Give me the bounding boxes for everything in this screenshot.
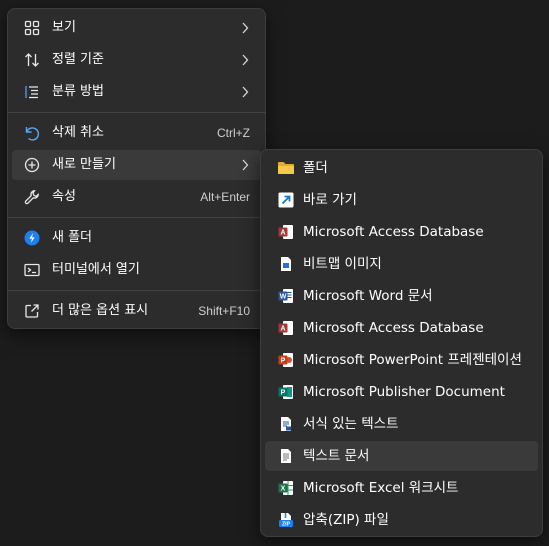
menu-separator bbox=[8, 217, 265, 218]
submenu-item-excel-worksheet[interactable]: X Microsoft Excel 워크시트 bbox=[265, 473, 538, 503]
submenu-item-shortcut[interactable]: 바로 가기 bbox=[265, 185, 538, 215]
new-submenu: 폴더 바로 가기 A Microsoft Access Database 비트맵… bbox=[260, 149, 543, 537]
bitmap-file-icon bbox=[277, 255, 295, 273]
menu-item-open-in-terminal[interactable]: 터미널에서 열기 bbox=[12, 255, 261, 285]
submenu-item-label: Microsoft Word 문서 bbox=[303, 288, 433, 304]
submenu-item-label: Microsoft Publisher Document bbox=[303, 384, 505, 400]
menu-separator bbox=[8, 290, 265, 291]
text-document-icon bbox=[277, 447, 295, 465]
svg-text:P: P bbox=[281, 390, 286, 397]
folder-icon bbox=[277, 159, 295, 177]
submenu-item-access-database-2[interactable]: A Microsoft Access Database bbox=[265, 313, 538, 343]
chevron-right-icon bbox=[242, 22, 249, 34]
submenu-item-text-document[interactable]: 텍스트 문서 bbox=[265, 441, 538, 471]
menu-item-label: 분류 방법 bbox=[52, 84, 104, 99]
menu-item-sort-by[interactable]: 정렬 기준 bbox=[12, 45, 261, 75]
publisher-icon: P bbox=[277, 383, 295, 401]
chevron-right-icon bbox=[242, 86, 249, 98]
wrench-icon bbox=[23, 188, 41, 206]
submenu-item-label: Microsoft PowerPoint 프레젠테이션 bbox=[303, 352, 522, 368]
undo-icon bbox=[23, 124, 41, 142]
submenu-item-label: Microsoft Access Database bbox=[303, 320, 484, 336]
submenu-item-label: 비트맵 이미지 bbox=[303, 256, 382, 272]
menu-item-label: 정렬 기준 bbox=[52, 52, 104, 67]
submenu-item-word-document[interactable]: W Microsoft Word 문서 bbox=[265, 281, 538, 311]
submenu-item-label: 텍스트 문서 bbox=[303, 448, 370, 464]
submenu-item-label: 압축(ZIP) 파일 bbox=[303, 512, 389, 528]
shortcut-text: Ctrl+Z bbox=[217, 126, 250, 140]
submenu-item-rich-text[interactable]: 서식 있는 텍스트 bbox=[265, 409, 538, 439]
svg-text:X: X bbox=[281, 486, 286, 493]
access-icon: A bbox=[277, 223, 295, 241]
svg-text:W: W bbox=[280, 294, 287, 301]
chevron-right-icon bbox=[242, 54, 249, 66]
powerpoint-icon: P bbox=[277, 351, 295, 369]
menu-item-view[interactable]: 보기 bbox=[12, 13, 261, 43]
shortcut-text: Alt+Enter bbox=[200, 190, 250, 204]
rich-text-icon bbox=[277, 415, 295, 433]
svg-text:A: A bbox=[280, 326, 285, 333]
svg-text:A: A bbox=[280, 230, 285, 237]
excel-icon: X bbox=[277, 479, 295, 497]
menu-item-label: 새 폴더 bbox=[52, 230, 93, 245]
context-menu: 보기 정렬 기준 분류 방법 삭제 취소 Ctrl+Z 새로 만들기 속성 Al… bbox=[7, 8, 266, 329]
menu-item-label: 보기 bbox=[52, 20, 76, 35]
shortcut-arrow-icon bbox=[277, 191, 295, 209]
menu-item-new-folder[interactable]: 새 폴더 bbox=[12, 223, 261, 253]
menu-item-label: 터미널에서 열기 bbox=[52, 262, 140, 277]
submenu-item-label: 바로 가기 bbox=[303, 192, 357, 208]
share-external-icon bbox=[23, 302, 41, 320]
menu-item-label: 삭제 취소 bbox=[52, 125, 104, 140]
menu-item-label: 더 많은 옵션 표시 bbox=[52, 303, 149, 318]
add-circle-icon bbox=[23, 156, 41, 174]
shortcut-text: Shift+F10 bbox=[198, 304, 250, 318]
submenu-item-zip-file[interactable]: ZIP 압축(ZIP) 파일 bbox=[265, 505, 538, 535]
menu-item-new[interactable]: 새로 만들기 bbox=[12, 150, 261, 180]
sort-arrows-icon bbox=[23, 51, 41, 69]
grid-view-icon bbox=[23, 19, 41, 37]
zip-file-icon: ZIP bbox=[277, 511, 295, 529]
menu-separator bbox=[8, 112, 265, 113]
word-icon: W bbox=[277, 287, 295, 305]
chevron-right-icon bbox=[242, 159, 249, 171]
menu-item-show-more-options[interactable]: 더 많은 옵션 표시 Shift+F10 bbox=[12, 296, 261, 326]
menu-item-label: 속성 bbox=[52, 189, 76, 204]
access-icon: A bbox=[277, 319, 295, 337]
submenu-item-label: Microsoft Excel 워크시트 bbox=[303, 480, 459, 496]
menu-item-group-by[interactable]: 분류 방법 bbox=[12, 77, 261, 107]
submenu-item-powerpoint[interactable]: P Microsoft PowerPoint 프레젠테이션 bbox=[265, 345, 538, 375]
blue-new-folder-icon bbox=[23, 229, 41, 247]
submenu-item-access-database[interactable]: A Microsoft Access Database bbox=[265, 217, 538, 247]
menu-item-label: 새로 만들기 bbox=[52, 157, 116, 172]
submenu-item-label: Microsoft Access Database bbox=[303, 224, 484, 240]
submenu-item-folder[interactable]: 폴더 bbox=[265, 153, 538, 183]
menu-item-properties[interactable]: 속성 Alt+Enter bbox=[12, 182, 261, 212]
svg-text:ZIP: ZIP bbox=[282, 522, 291, 528]
svg-text:P: P bbox=[281, 358, 286, 365]
menu-item-undo-delete[interactable]: 삭제 취소 Ctrl+Z bbox=[12, 118, 261, 148]
terminal-icon bbox=[23, 261, 41, 279]
submenu-item-publisher[interactable]: P Microsoft Publisher Document bbox=[265, 377, 538, 407]
group-by-list-icon bbox=[23, 83, 41, 101]
submenu-item-bitmap-image[interactable]: 비트맵 이미지 bbox=[265, 249, 538, 279]
submenu-item-label: 서식 있는 텍스트 bbox=[303, 416, 399, 432]
submenu-item-label: 폴더 bbox=[303, 160, 328, 176]
